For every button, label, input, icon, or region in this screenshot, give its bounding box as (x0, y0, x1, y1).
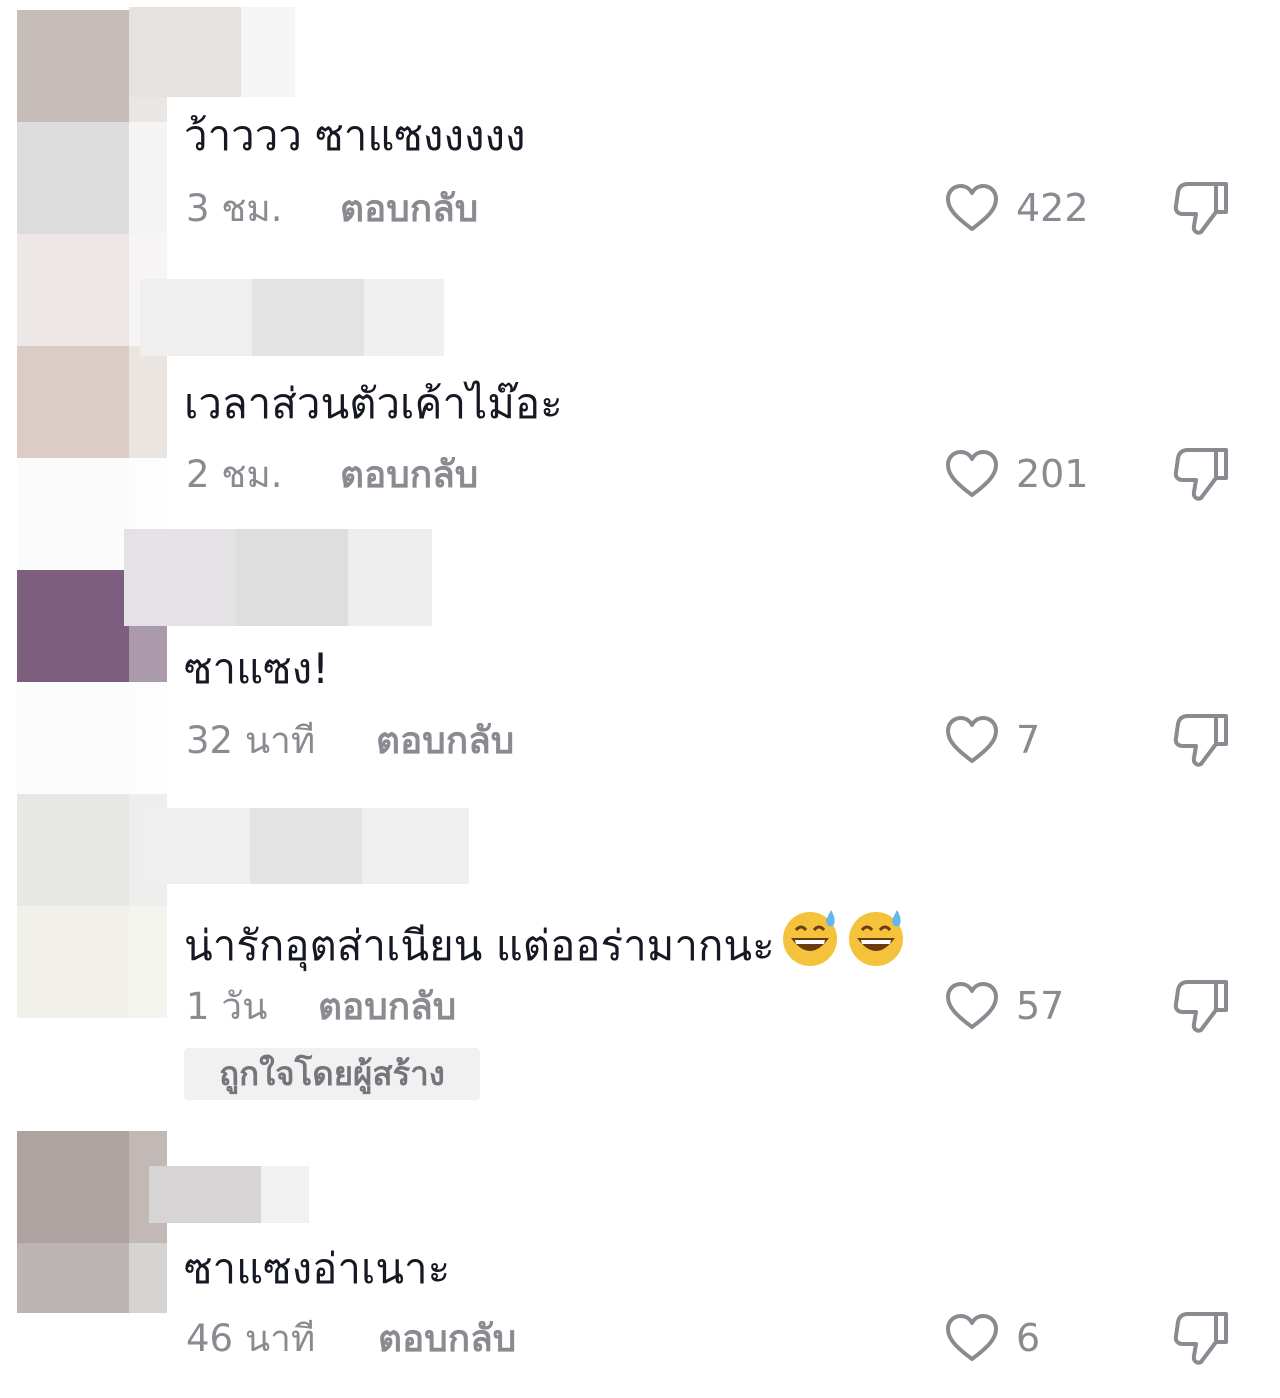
thumbs-down-icon (1173, 1312, 1228, 1365)
reply-button[interactable]: ตอบกลับ (340, 184, 478, 234)
like-count: 6 (1016, 1316, 1041, 1360)
thumbs-down-icon (1173, 182, 1228, 235)
reply-button[interactable]: ตอบกลับ (376, 716, 514, 766)
reply-button[interactable]: ตอบกลับ (318, 982, 456, 1032)
like-button[interactable]: 7 (944, 712, 1040, 768)
like-button[interactable]: 57 (944, 978, 1064, 1034)
thumbs-down-icon (1173, 980, 1228, 1033)
heart-outline-icon (946, 716, 998, 763)
comment-text: ซาแซง! (184, 644, 330, 693)
heart-outline-icon (946, 450, 998, 497)
dislike-button[interactable] (1172, 710, 1232, 768)
dislike-button[interactable] (1172, 976, 1232, 1034)
comment-text: เวลาส่วนตัวเค้าไม๊อะ (184, 379, 563, 428)
like-count: 57 (1016, 984, 1065, 1028)
like-button[interactable]: 6 (944, 1310, 1040, 1366)
dislike-button[interactable] (1172, 444, 1232, 502)
heart-outline-icon (946, 1314, 998, 1361)
comment-text: น่ารักอุตส่าเนียน แต่ออร่ามากนะ (184, 906, 907, 982)
reply-button[interactable]: ตอบกลับ (340, 450, 478, 500)
comment-text-body: น่ารักอุตส่าเนียน แต่ออร่ามากนะ (184, 921, 775, 970)
sweat-smile-emoji (779, 906, 841, 982)
comment-time: 32 นาที (186, 719, 316, 762)
like-button[interactable]: 422 (944, 180, 1089, 236)
thumbs-down-icon (1173, 714, 1228, 767)
comment-time: 2 ชม. (186, 453, 283, 496)
like-count: 422 (1016, 186, 1089, 230)
comment-time: 46 นาที (186, 1317, 316, 1360)
like-button[interactable]: 201 (944, 446, 1089, 502)
comment-text: ว้าววว ซาแซงงงงง (184, 111, 526, 160)
like-count: 201 (1016, 452, 1089, 496)
comment-time: 1 วัน (186, 985, 268, 1028)
reply-button[interactable]: ตอบกลับ (378, 1314, 516, 1364)
dislike-button[interactable] (1172, 1308, 1232, 1366)
heart-outline-icon (946, 982, 998, 1029)
liked-by-creator-badge: ถูกใจโดยผู้สร้าง (184, 1048, 480, 1100)
heart-outline-icon (946, 184, 998, 231)
comment-time: 3 ชม. (186, 187, 283, 230)
sweat-smile-emoji (845, 906, 907, 982)
thumbs-down-icon (1173, 448, 1228, 501)
like-count: 7 (1016, 718, 1041, 762)
comment-text: ซาแซงอ่าเนาะ (184, 1244, 451, 1293)
dislike-button[interactable] (1172, 178, 1232, 236)
